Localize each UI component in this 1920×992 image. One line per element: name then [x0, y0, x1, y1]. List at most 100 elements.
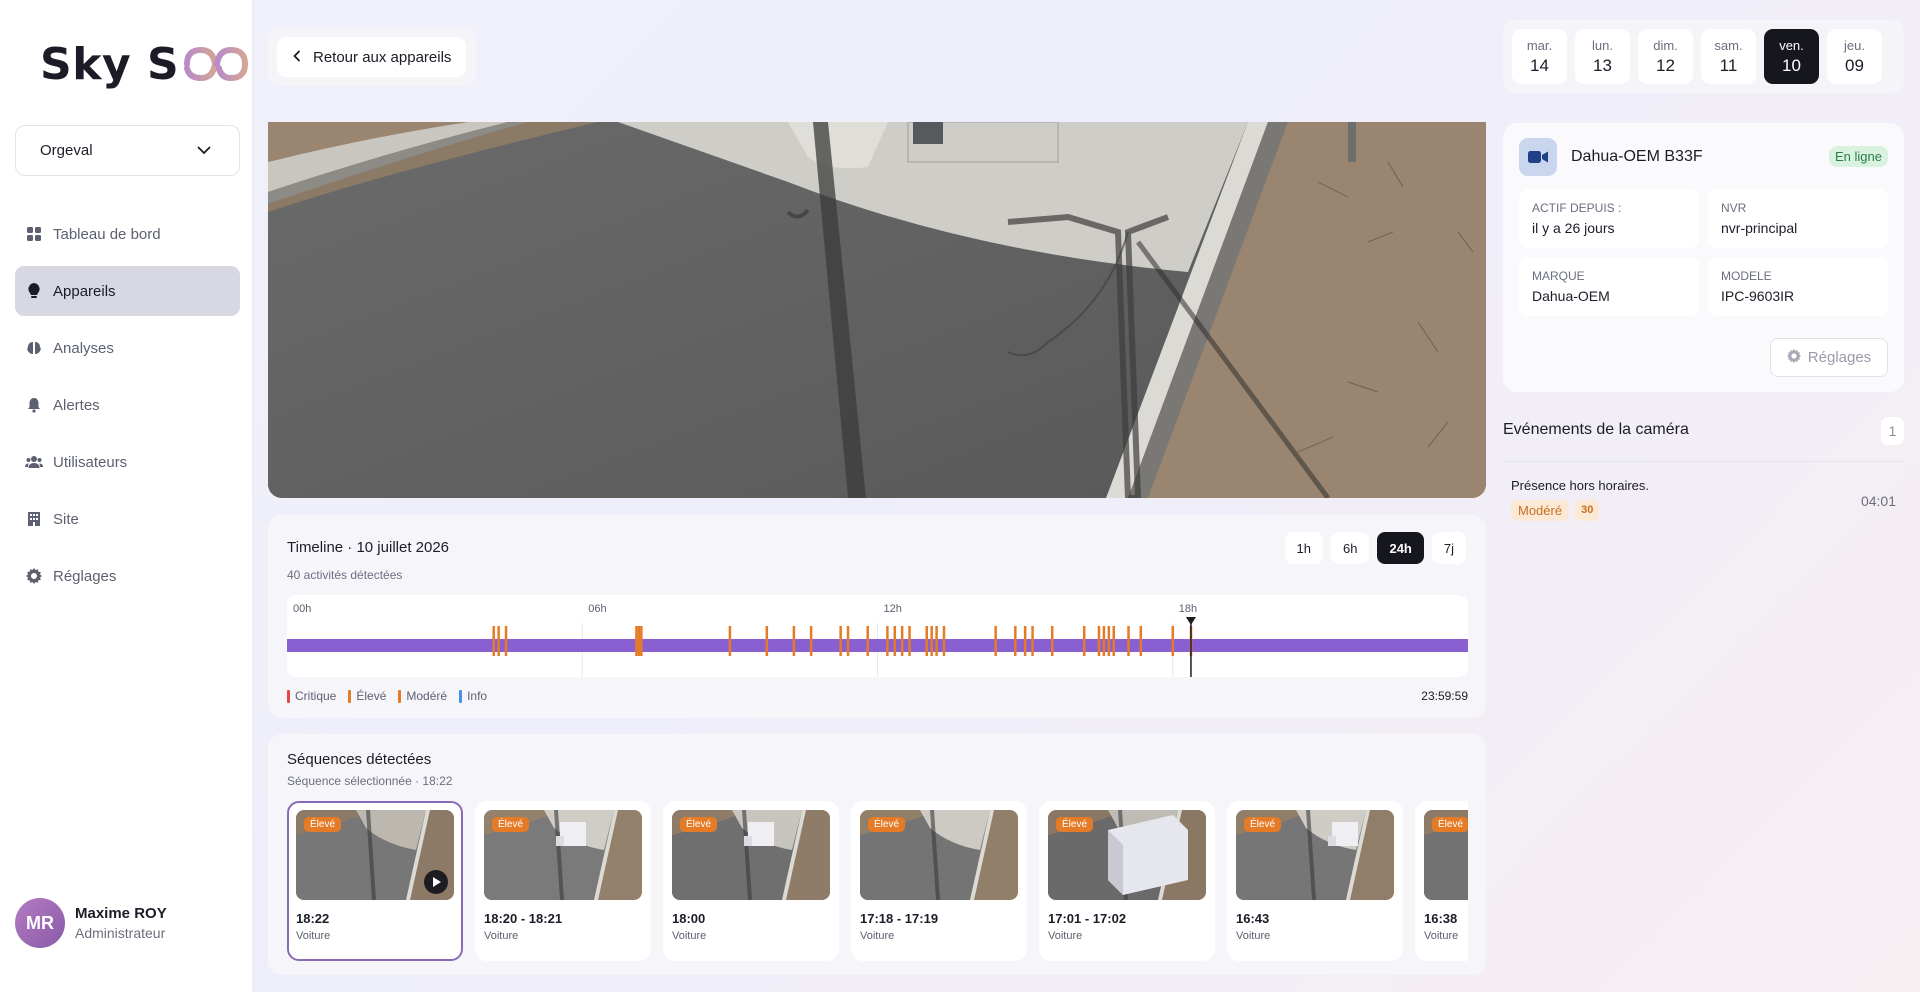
range-7j-button[interactable]: 7j: [1431, 532, 1466, 564]
sequence-card[interactable]: Élevé 16:43 Voiture: [1227, 801, 1403, 961]
timeline-event-marker[interactable]: [1082, 626, 1086, 656]
timeline-cursor-handle[interactable]: [1185, 617, 1196, 625]
timeline-event-marker[interactable]: [935, 626, 938, 656]
timeline-event-marker[interactable]: [637, 626, 641, 656]
sidebar-item-alerts[interactable]: Alertes: [15, 380, 240, 430]
sidebar-item-users[interactable]: Utilisateurs: [15, 437, 240, 487]
sequence-type: Voiture: [860, 930, 895, 942]
timeline-event-marker[interactable]: [765, 626, 769, 656]
legend-moderate: Modéré: [398, 689, 447, 703]
sequence-card[interactable]: Élevé 18:22 Voiture: [287, 801, 463, 961]
timeline-event-marker[interactable]: [866, 626, 869, 656]
timeline-event-marker[interactable]: [1031, 626, 1034, 656]
timeline-title: Timeline · 10 juillet 2026: [287, 539, 450, 556]
day-tab[interactable]: lun. 13: [1575, 29, 1630, 84]
chevron-left-icon: [293, 49, 301, 66]
timeline-event-marker[interactable]: [504, 626, 508, 656]
range-6h-button[interactable]: 6h: [1331, 532, 1370, 564]
sidebar-item-label: Réglages: [53, 567, 117, 585]
sequence-card[interactable]: Élevé 18:20 - 18:21 Voiture: [475, 801, 651, 961]
timeline-event-marker[interactable]: [1102, 626, 1106, 656]
camera-info-grid: Actif depuis : il y a 26 jours NVR nvr-p…: [1519, 189, 1888, 316]
timeline-event-marker[interactable]: [497, 626, 500, 656]
back-button-label: Retour aux appareils: [313, 48, 452, 66]
range-1h-button[interactable]: 1h: [1284, 532, 1323, 564]
sequence-card[interactable]: Élevé 17:18 - 17:19 Voiture: [851, 801, 1027, 961]
info-model: Modele IPC-9603IR: [1708, 257, 1888, 316]
event-title: Présence hors horaires.: [1511, 478, 1650, 493]
timeline-chart[interactable]: 00h 06h 12h 18h: [287, 595, 1468, 677]
day-tab[interactable]: mar. 14: [1512, 29, 1567, 84]
building-icon: [25, 510, 43, 528]
timeline-event-marker[interactable]: [893, 626, 897, 656]
event-item[interactable]: Présence hors horaires. Modéré 30 04:01: [1503, 470, 1904, 532]
timeline-event-marker[interactable]: [846, 626, 850, 656]
sequence-thumbnail: Élevé: [1424, 810, 1468, 900]
sequence-card[interactable]: Élevé 18:00 Voiture: [663, 801, 839, 961]
timeline-event-marker[interactable]: [839, 626, 842, 656]
site-select[interactable]: Orgeval: [15, 125, 240, 176]
sidebar-item-site[interactable]: Site: [15, 494, 240, 544]
legend-info: Info: [459, 689, 487, 703]
timeline-event-marker[interactable]: [1014, 626, 1017, 656]
events-title: Evénements de la caméra: [1503, 421, 1689, 438]
severity-badge: Élevé: [1244, 817, 1282, 832]
timeline-track[interactable]: 00h 06h 12h 18h: [287, 595, 1468, 677]
timeline-event-marker[interactable]: [635, 626, 638, 656]
day-tab[interactable]: dim. 12: [1638, 29, 1693, 84]
day-tab[interactable]: jeu. 09: [1827, 29, 1882, 84]
timeline-event-marker[interactable]: [994, 626, 997, 656]
timeline-event-marker[interactable]: [1107, 626, 1111, 656]
timeline-event-marker[interactable]: [728, 626, 732, 656]
range-24h-button[interactable]: 24h: [1377, 532, 1424, 564]
sequence-list: Élevé 18:22 Voiture Élevé 18:20 - 18:21 Voitu…: [287, 801, 1468, 961]
sidebar-nav: Tableau de bord Appareils Analyses Alert…: [15, 209, 240, 608]
timeline-event-marker[interactable]: [1097, 626, 1101, 656]
timeline-event-marker[interactable]: [908, 626, 911, 656]
timeline-event-marker[interactable]: [1023, 626, 1027, 656]
day-tab-selected[interactable]: ven. 10: [1764, 29, 1819, 84]
camera-frame-image: [268, 122, 1486, 498]
severity-badge: Élevé: [868, 817, 906, 832]
timeline-event-marker[interactable]: [942, 626, 946, 656]
sidebar-item-devices[interactable]: Appareils: [15, 266, 240, 316]
sequence-time: 17:18 - 17:19: [860, 911, 939, 926]
sequence-card[interactable]: Élevé 17:01 - 17:02 Voiture: [1039, 801, 1215, 961]
timeline-event-marker[interactable]: [809, 626, 813, 656]
user-name: Maxime ROY: [75, 905, 167, 922]
timeline-event-marker[interactable]: [792, 626, 796, 656]
sequence-type: Voiture: [1424, 930, 1459, 942]
sidebar-item-settings[interactable]: Réglages: [15, 551, 240, 601]
sequence-thumbnail: Élevé: [860, 810, 1018, 900]
timeline-event-marker[interactable]: [1050, 626, 1054, 656]
logo-eyes-icon: [181, 44, 251, 84]
legend-high: Élevé: [348, 689, 386, 703]
sidebar-item-analyses[interactable]: Analyses: [15, 323, 240, 373]
severity-badge: Élevé: [304, 817, 342, 832]
play-icon[interactable]: [424, 870, 448, 894]
info-active-since: Actif depuis : il y a 26 jours: [1519, 189, 1699, 248]
timeline-event-marker[interactable]: [1112, 626, 1116, 656]
sequence-time: 18:22: [296, 911, 330, 926]
user-profile[interactable]: MR Maxime ROY Administrateur: [15, 898, 167, 948]
sequence-time: 16:38: [1424, 911, 1458, 926]
sequence-card[interactable]: Élevé 16:38 Voiture: [1415, 801, 1468, 961]
timeline-hour-label: 00h: [293, 603, 311, 615]
timeline-event-marker[interactable]: [1127, 626, 1130, 656]
camera-live-view[interactable]: [268, 122, 1486, 498]
timeline-event-marker[interactable]: [925, 626, 929, 656]
day-tab[interactable]: sam. 11: [1701, 29, 1756, 84]
timeline-event-marker[interactable]: [930, 626, 933, 656]
gear-icon: [1786, 348, 1801, 367]
back-to-devices-button[interactable]: Retour aux appareils: [277, 37, 466, 77]
timeline-event-marker[interactable]: [1139, 626, 1143, 656]
timeline-event-marker[interactable]: [492, 626, 495, 656]
timeline-event-marker[interactable]: [886, 626, 889, 656]
timeline-event-marker[interactable]: [900, 626, 904, 656]
timeline-event-marker[interactable]: [640, 626, 643, 656]
brain-icon: [25, 339, 43, 357]
sidebar-item-dashboard[interactable]: Tableau de bord: [15, 209, 240, 259]
camera-settings-button[interactable]: Réglages: [1770, 338, 1888, 377]
timeline-event-marker[interactable]: [1171, 626, 1175, 656]
timeline-activity-bar: [287, 639, 1468, 652]
